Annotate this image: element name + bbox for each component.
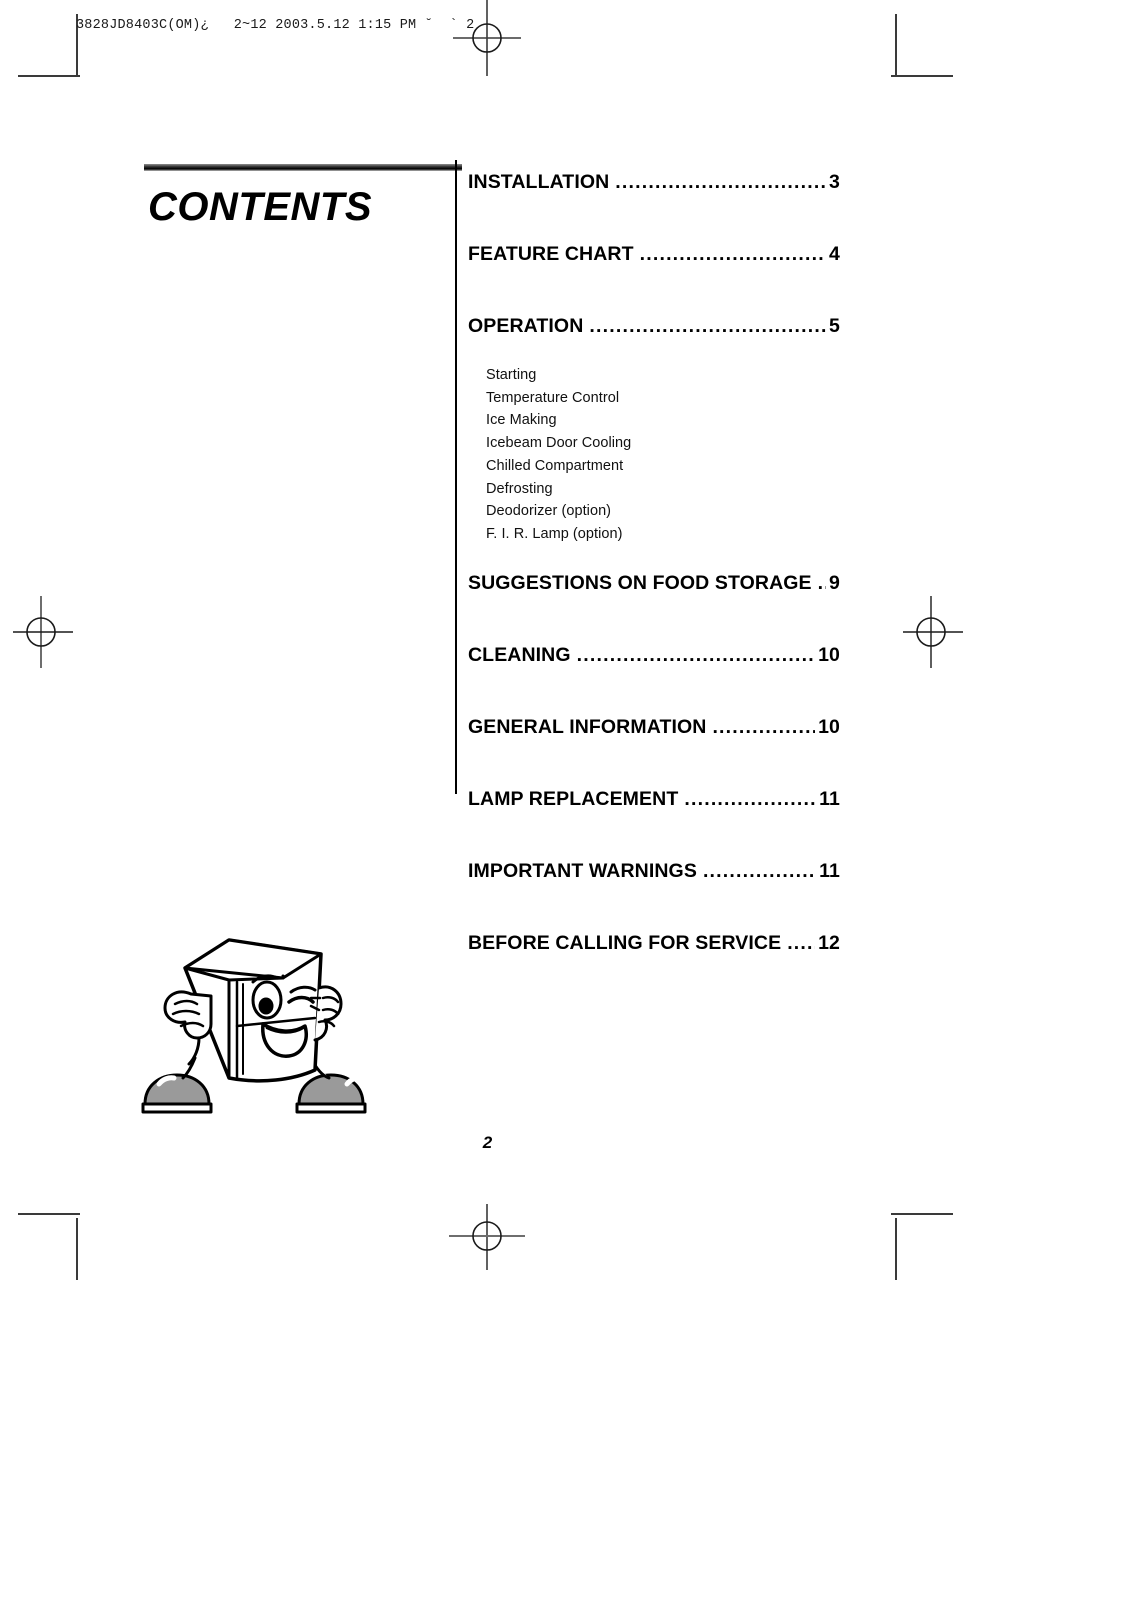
- operation-subitem-starting[interactable]: Starting: [486, 364, 840, 387]
- toc-entry-before-calling-for-service[interactable]: BEFORE CALLING FOR SERVICE ......... 12: [468, 932, 840, 955]
- crop-mark-bottom-left-horizontal: [18, 1213, 80, 1215]
- toc-gap: [468, 194, 840, 243]
- toc-page-number: 10: [818, 643, 840, 666]
- column-divider: [455, 160, 457, 794]
- toc-label: CLEANING: [468, 643, 571, 666]
- toc-leader-dots: ...........................: [684, 789, 817, 810]
- crop-mark-bottom-left-vertical: [76, 1218, 78, 1280]
- operation-subitem-chilled-compartment[interactable]: Chilled Compartment: [486, 455, 840, 478]
- toc-leader-dots: ........................................…: [576, 645, 815, 666]
- toc-leader-dots: ...................................: [639, 245, 826, 265]
- crop-mark-top-left-horizontal: [18, 75, 80, 77]
- toc-page-number: 3: [829, 171, 840, 193]
- toc-page-number: 11: [819, 859, 840, 882]
- toc-gap: [468, 667, 840, 716]
- operation-subitem-icebeam-door-cooling[interactable]: Icebeam Door Cooling: [486, 432, 840, 455]
- operation-subitem-defrosting[interactable]: Defrosting: [486, 478, 840, 501]
- toc-leader-dots: ........................................…: [589, 317, 826, 337]
- crop-mark-bottom-right-horizontal: [891, 1213, 953, 1215]
- toc-entry-feature-chart[interactable]: FEATURE CHART ..........................…: [468, 243, 840, 266]
- refrigerator-mascot-illustration: [133, 918, 385, 1118]
- toc-label: GENERAL INFORMATION: [468, 715, 707, 738]
- prepress-slug-text: 3828JD8403C(OM)¿ 2~12 2003.5.12 1:15 PM …: [76, 18, 475, 33]
- toc-leader-dots: ....: [817, 573, 826, 594]
- toc-entry-lamp-replacement[interactable]: LAMP REPLACEMENT .......................…: [468, 788, 840, 811]
- registration-mark-bottom: [449, 1198, 525, 1274]
- crop-mark-bottom-right-vertical: [895, 1218, 897, 1280]
- toc-entry-suggestions-on-food-storage[interactable]: SUGGESTIONS ON FOOD STORAGE .... 9: [468, 572, 840, 595]
- operation-subitem-deodorizer[interactable]: Deodorizer (option): [486, 500, 840, 523]
- crop-mark-top-right-vertical: [895, 14, 897, 76]
- toc-gap: [468, 739, 840, 788]
- toc-page-number: 5: [829, 315, 840, 337]
- toc-entry-installation[interactable]: INSTALLATION ...........................…: [468, 171, 840, 194]
- toc-gap: [468, 595, 840, 644]
- toc-page-number: 11: [819, 787, 840, 810]
- toc-label: SUGGESTIONS ON FOOD STORAGE: [468, 571, 812, 594]
- toc-entry-general-information[interactable]: GENERAL INFORMATION ....................…: [468, 716, 840, 739]
- toc-page-number: 10: [818, 715, 840, 738]
- toc-label: LAMP REPLACEMENT: [468, 787, 679, 810]
- table-of-contents: INSTALLATION ...........................…: [468, 160, 840, 955]
- operation-subitem-ice-making[interactable]: Ice Making: [486, 409, 840, 432]
- operation-subitem-temperature-control[interactable]: Temperature Control: [486, 387, 840, 410]
- toc-gap: [468, 883, 840, 932]
- toc-entry-cleaning[interactable]: CLEANING ...............................…: [468, 644, 840, 667]
- toc-label: BEFORE CALLING FOR SERVICE: [468, 931, 782, 954]
- toc-label: IMPORTANT WARNINGS: [468, 859, 697, 882]
- toc-page-number: 12: [818, 931, 840, 954]
- contents-title-rule: [144, 164, 462, 171]
- toc-gap: [468, 546, 840, 572]
- registration-mark-top: [449, 0, 525, 76]
- crop-mark-top-right-horizontal: [891, 75, 953, 77]
- toc-leader-dots: ........................: [702, 861, 816, 882]
- toc-gap: [468, 811, 840, 860]
- page-title: CONTENTS: [148, 185, 372, 229]
- registration-mark-right: [893, 594, 969, 670]
- toc-leader-dots: .......................: [712, 717, 815, 738]
- toc-page-number: 9: [829, 571, 840, 594]
- toc-leader-dots: .........: [787, 933, 815, 954]
- toc-gap: [468, 266, 840, 315]
- page-number: 2: [482, 1133, 493, 1152]
- toc-label: INSTALLATION: [468, 171, 610, 193]
- toc-leader-dots: ........................................: [615, 173, 827, 193]
- registration-mark-left: [3, 594, 79, 670]
- toc-label: FEATURE CHART: [468, 243, 634, 265]
- toc-entry-important-warnings[interactable]: IMPORTANT WARNINGS .....................…: [468, 860, 840, 883]
- toc-label: OPERATION: [468, 315, 584, 337]
- document-page: 3828JD8403C(OM)¿ 2~12 2003.5.12 1:15 PM …: [0, 0, 1131, 1601]
- toc-entry-operation[interactable]: OPERATION ..............................…: [468, 315, 840, 338]
- operation-subitem-fir-lamp[interactable]: F. I. R. Lamp (option): [486, 523, 840, 546]
- toc-page-number: 4: [829, 243, 840, 265]
- operation-subitem-list: Starting Temperature Control Ice Making …: [486, 364, 840, 546]
